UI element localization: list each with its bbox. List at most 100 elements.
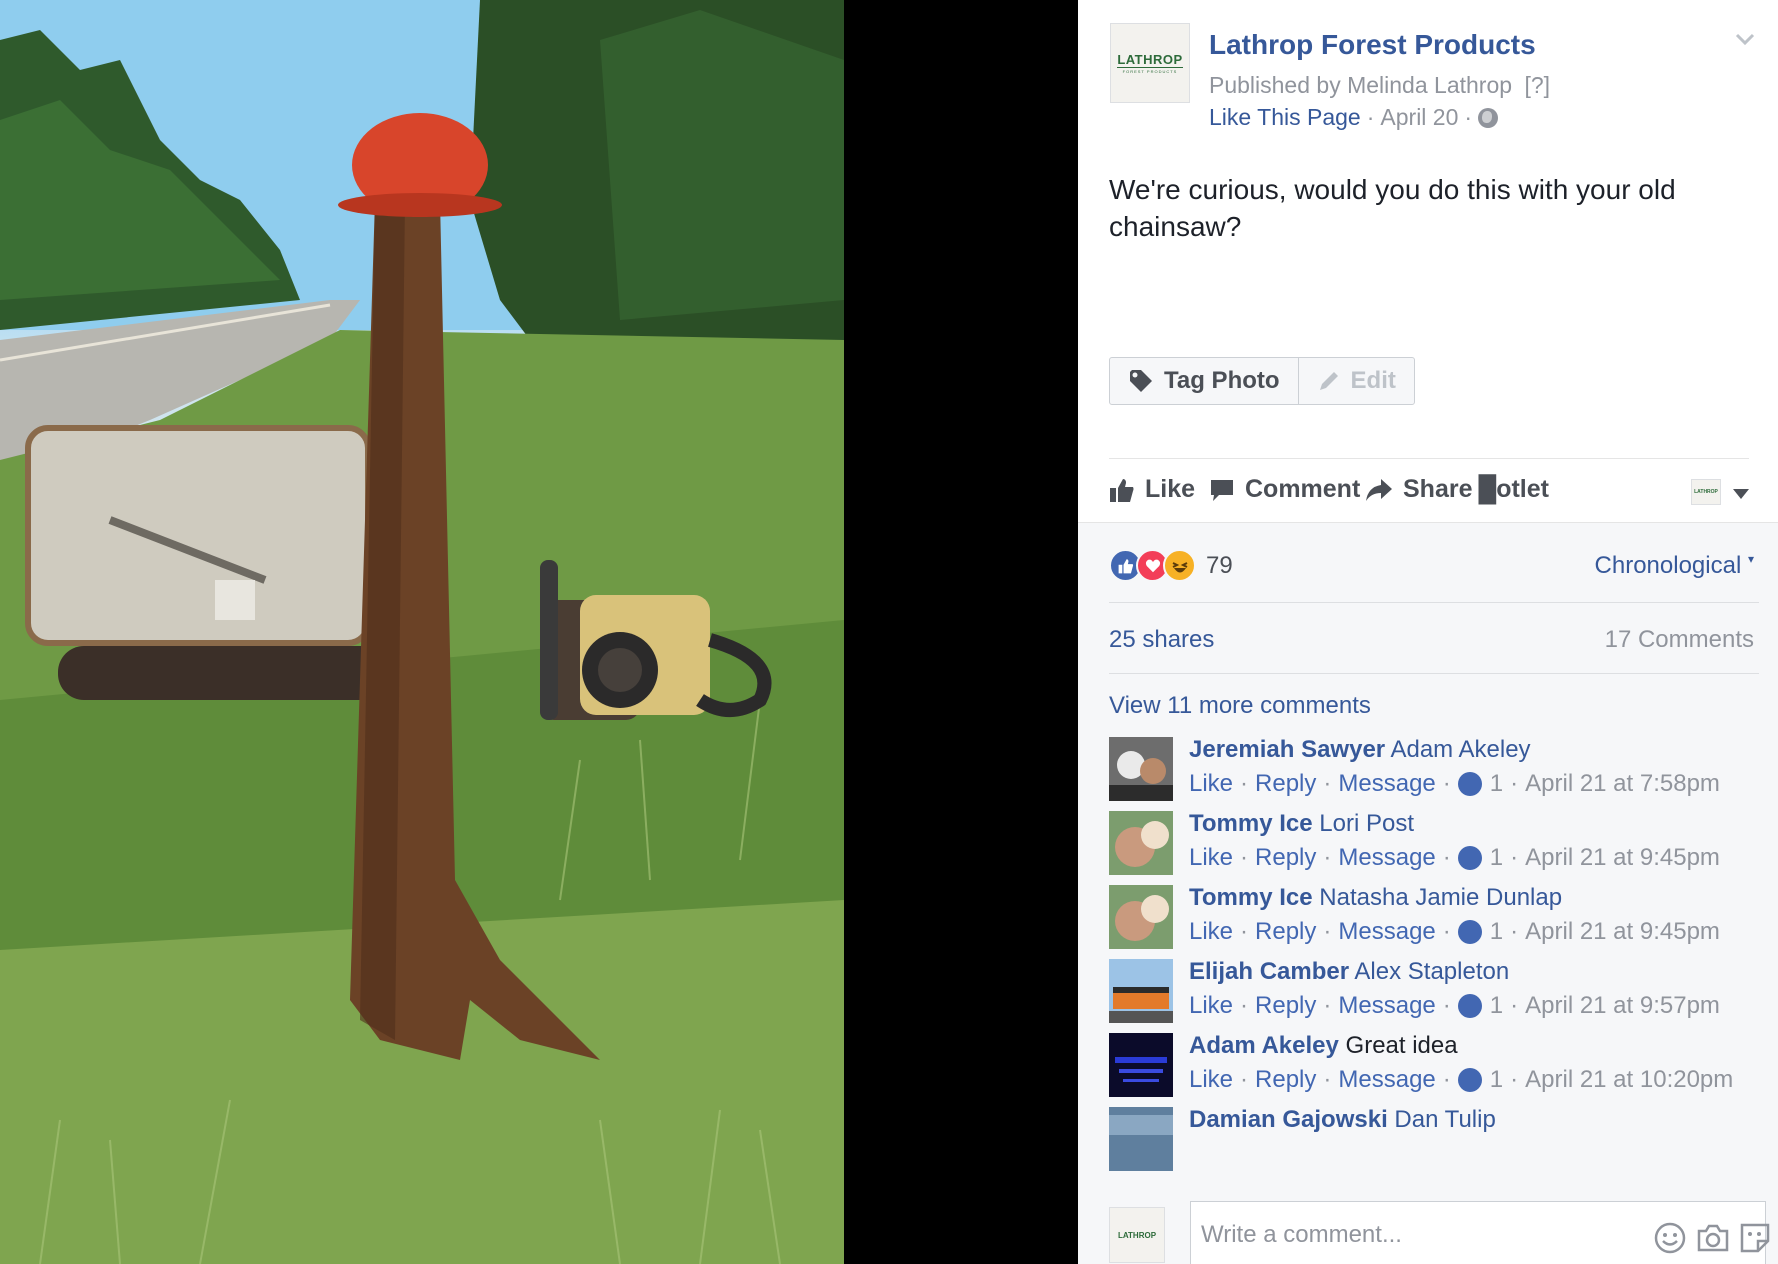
view-more-comments-link[interactable]: View 11 more comments [1109,692,1371,720]
like-button[interactable]: Like [1109,475,1195,504]
comment-author-link[interactable]: Jeremiah Sawyer [1189,736,1385,763]
comment-timestamp[interactable]: April 21 at 9:57pm [1525,989,1720,1023]
post-action-bar: Like Comment Share █otlet LATHROP [1109,458,1749,522]
comment-message-link[interactable]: Message [1338,989,1435,1023]
commenter-avatar[interactable] [1109,737,1173,801]
share-label: Share [1403,475,1473,503]
separator: · [1442,844,1451,871]
comment-bubble-icon [1211,479,1233,501]
post-as-avatar[interactable]: LATHROP [1691,479,1721,505]
comment-timestamp[interactable]: April 21 at 9:45pm [1525,915,1720,949]
help-marker[interactable]: [?] [1524,72,1550,98]
comment-timestamp[interactable]: April 21 at 10:20pm [1525,1063,1733,1097]
comment-reply-link[interactable]: Reply [1255,767,1316,801]
bootlet-label[interactable]: █otlet [1478,475,1548,504]
comment-like-link[interactable]: Like [1189,915,1233,949]
pencil-icon [1319,372,1338,390]
comment-timestamp[interactable]: April 21 at 7:58pm [1525,767,1720,801]
logo-text: LATHROP [1117,51,1183,68]
thumbs-up-icon [1110,478,1134,502]
comment-text: Great idea [1345,1032,1458,1059]
comment-like-count[interactable]: 1 [1490,915,1503,949]
comment-item: Damian Gajowski Dan Tulip [1109,1103,1759,1179]
comment-message-link[interactable]: Message [1338,767,1435,801]
globe-icon [1478,107,1499,128]
commenter-avatar[interactable] [1109,959,1173,1023]
share-button[interactable]: Share █otlet [1365,475,1549,504]
comment-author-link[interactable]: Tommy Ice [1189,884,1313,911]
comment-like-link[interactable]: Like [1189,841,1233,875]
comment-author-link[interactable]: Adam Akeley [1189,1032,1339,1059]
separator: · [1442,918,1451,945]
share-arrow-icon [1366,478,1392,501]
comment-like-count[interactable]: 1 [1490,1063,1503,1097]
page-avatar[interactable]: LATHROP FOREST PRODUCTS [1110,23,1190,103]
comment-item: Adam Akeley Great idea Like · Reply · Mess… [1109,1029,1759,1105]
comment-reply-link[interactable]: Reply [1255,989,1316,1023]
comment-like-count[interactable]: 1 [1490,767,1503,801]
photo-image[interactable] [0,0,844,1264]
commenter-avatar[interactable] [1109,1033,1173,1097]
post-meta: Like This Page · April 20 · [1209,104,1499,131]
comment-button[interactable]: Comment [1209,475,1360,504]
comment-item: Tommy Ice Natasha Jamie Dunlap Like · Rep… [1109,881,1759,957]
comment-like-link[interactable]: Like [1189,989,1233,1023]
comment-item: Elijah Camber Alex Stapleton Like · Reply… [1109,955,1759,1031]
comment-author-link[interactable]: Tommy Ice [1189,810,1313,837]
reactions-summary[interactable]: 79 [1109,549,1233,582]
edit-button[interactable]: Edit [1297,358,1414,404]
comment-timestamp[interactable]: April 21 at 9:45pm [1525,841,1720,875]
comment-text[interactable]: Lori Post [1319,810,1414,837]
photo-illustration [0,0,844,1264]
meta-sep: · [1366,104,1375,130]
separator: · [1510,844,1519,871]
comment-like-count[interactable]: 1 [1490,989,1503,1023]
separator: · [1442,770,1451,797]
separator: · [1240,770,1249,797]
chevron-down-icon[interactable] [1734,28,1756,50]
edit-label: Edit [1350,367,1396,394]
comment-text[interactable]: Natasha Jamie Dunlap [1319,884,1562,911]
post-date[interactable]: April 20 [1380,104,1458,131]
comment-sort-dropdown[interactable]: Chronological ▾ [1595,552,1754,580]
comment-reply-link[interactable]: Reply [1255,1063,1316,1097]
logo-subtext: FOREST PRODUCTS [1122,68,1178,74]
separator: · [1240,1066,1249,1093]
comment-author-link[interactable]: Damian Gajowski [1189,1106,1388,1133]
comments-count[interactable]: 17 Comments [1605,626,1754,654]
comment-like-count[interactable]: 1 [1490,841,1503,875]
comment-text[interactable]: Alex Stapleton [1354,958,1509,985]
camera-icon[interactable] [1696,1221,1730,1255]
comment-text[interactable]: Dan Tulip [1394,1106,1495,1133]
separator: · [1510,1066,1519,1093]
post-as-caret-icon[interactable] [1733,489,1749,499]
post-text: We're curious, would you do this with yo… [1109,174,1676,242]
comment-reply-link[interactable]: Reply [1255,841,1316,875]
commenter-avatar[interactable] [1109,811,1173,875]
comment-list: Jeremiah Sawyer Adam Akeley Like · Reply ·… [1109,733,1759,1195]
separator: · [1442,992,1451,1019]
comment-text[interactable]: Adam Akeley [1390,736,1530,763]
comment-like-link[interactable]: Like [1189,767,1233,801]
comment-like-link[interactable]: Like [1189,1063,1233,1097]
composer-avatar[interactable]: LATHROP [1109,1207,1165,1263]
comment-label: Comment [1245,475,1361,503]
comment-composer: LATHROP [1078,1195,1778,1264]
sticker-icon[interactable] [1738,1221,1772,1255]
comment-message-link[interactable]: Message [1338,1063,1435,1097]
shares-link[interactable]: 25 shares [1109,626,1214,654]
reaction-count: 79 [1206,551,1233,579]
comment-reply-link[interactable]: Reply [1255,915,1316,949]
meta-sep: · [1464,104,1473,130]
tag-photo-button[interactable]: Tag Photo [1110,358,1298,404]
emoji-icon[interactable] [1653,1221,1687,1255]
published-by-text: Published by Melinda Lathrop [1209,72,1513,98]
comment-message-link[interactable]: Message [1338,841,1435,875]
commenter-avatar[interactable] [1109,885,1173,949]
like-page-link[interactable]: Like This Page [1209,104,1361,131]
page-name-link[interactable]: Lathrop Forest Products [1209,29,1536,61]
commenter-avatar[interactable] [1109,1107,1173,1171]
separator: · [1323,1066,1332,1093]
comment-message-link[interactable]: Message [1338,915,1435,949]
comment-author-link[interactable]: Elijah Camber [1189,958,1349,985]
